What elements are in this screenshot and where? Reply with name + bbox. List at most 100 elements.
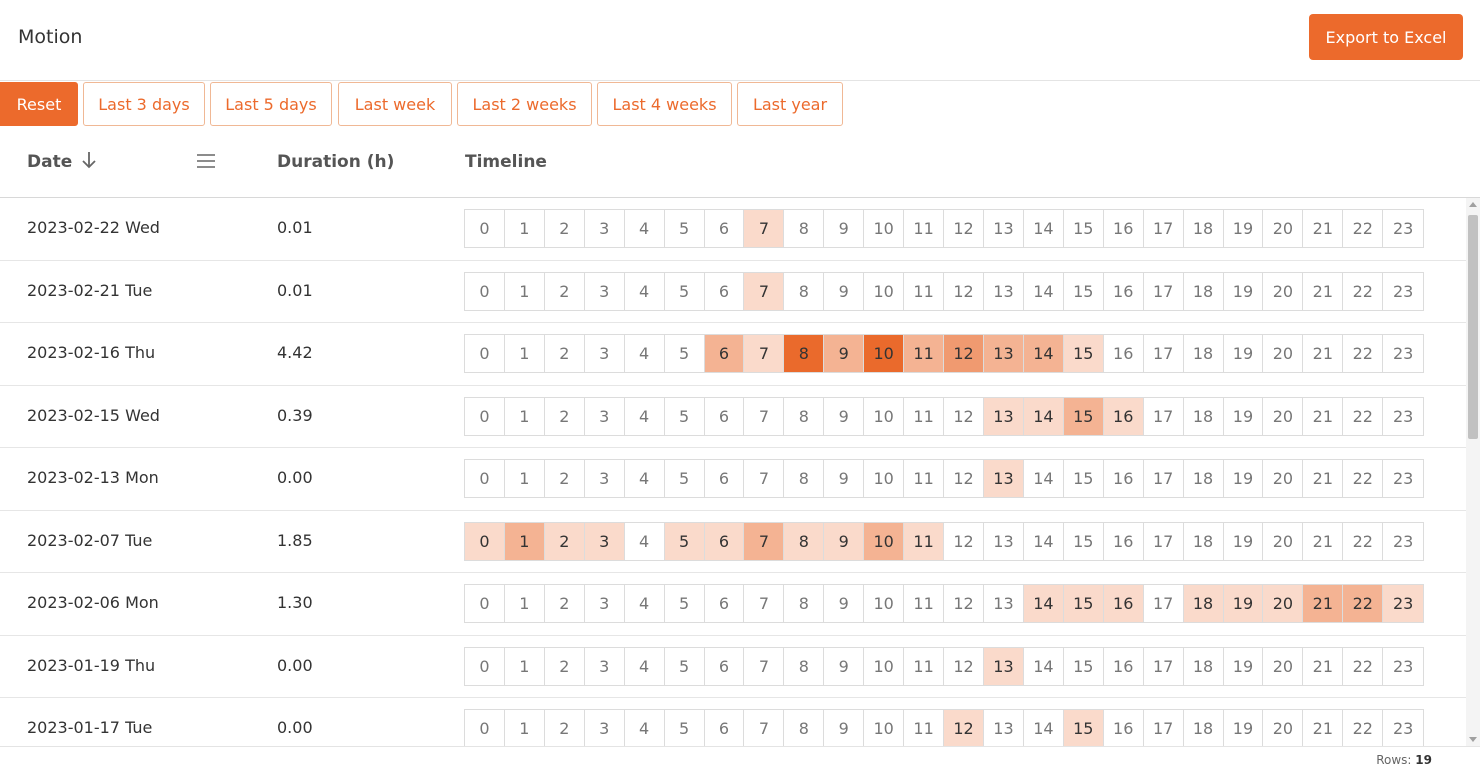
hour-cell: 16	[1104, 522, 1144, 560]
hour-cell: 14	[1024, 210, 1064, 247]
hour-cell: 7	[744, 397, 785, 435]
hour-cell: 1	[505, 585, 545, 622]
duration-cell: 0.00	[277, 655, 313, 675]
export-to-excel-button[interactable]: Export to Excel	[1309, 14, 1463, 60]
hour-cell: 3	[585, 585, 625, 622]
hour-cell: 3	[585, 710, 625, 746]
hour-cell: 19	[1224, 272, 1264, 310]
hour-cell: 15	[1064, 522, 1104, 560]
hour-cell: 19	[1224, 335, 1264, 372]
hour-cell: 12	[944, 460, 984, 497]
last-3-days-button[interactable]: Last 3 days	[83, 82, 205, 126]
reset-filter-button[interactable]: Reset	[0, 82, 78, 126]
hour-cell: 23	[1392, 281, 1414, 301]
column-header-date[interactable]: Date	[27, 152, 72, 172]
table-row[interactable]: 2023-02-13 Mon 0.00 0 1 2 3 4 5 6 7 8 9 10 11 12 13 14 15…	[0, 448, 1466, 511]
hour-cell: 16	[1104, 647, 1144, 685]
hour-cell: 15	[1063, 335, 1104, 372]
last-4-weeks-button[interactable]: Last 4 weeks	[597, 82, 732, 126]
hour-cell: 9	[824, 272, 865, 310]
table-row[interactable]: 2023-02-07 Tue 1.85 0 1 2 3 4 5 6 7 8 9 10 11 12 13 14 15…	[0, 511, 1466, 573]
hour-cell: 17	[1144, 210, 1184, 247]
hour-cell: 13	[984, 522, 1024, 560]
last-5-days-button[interactable]: Last 5 days	[210, 82, 332, 126]
hour-cell: 22	[1343, 335, 1384, 372]
hour-cell: 14	[1024, 460, 1064, 497]
scrollbar-thumb[interactable]	[1468, 215, 1478, 439]
hour-cell: 17	[1144, 460, 1184, 497]
hour-cell: 22	[1343, 460, 1384, 497]
table-row[interactable]: 2023-02-16 Thu 4.42 0 1 2 3 4 5 6 7 8 9 10 11 12 13 14 15…	[0, 323, 1466, 386]
hour-cell: 2	[545, 585, 585, 622]
hour-cell: 2	[545, 647, 585, 685]
hour-timeline: 0 1 2 3 4 5 6 7 8 9 10 11 12 13 14 15 16 17 18 19 20 21 22 23	[464, 459, 1424, 498]
table-row[interactable]: 2023-01-19 Thu 0.00 0 1 2 3 4 5 6 7 8 9 10 11 12 13 14 15…	[0, 636, 1466, 698]
hour-cell: 7	[744, 272, 785, 310]
hour-cell: 19	[1224, 397, 1264, 435]
hour-cell: 14	[1024, 647, 1064, 685]
rows-value: 19	[1415, 753, 1432, 767]
table-row[interactable]: 2023-02-06 Mon 1.30 0 1 2 3 4 5 6 7 8 9 10 11 12 13 14 15…	[0, 573, 1466, 636]
hour-cell: 20	[1263, 210, 1304, 247]
hour-cell: 4	[625, 272, 665, 310]
column-header-timeline: Timeline	[465, 152, 547, 172]
duration-cell: 0.39	[277, 405, 313, 425]
table-row[interactable]: 2023-02-15 Wed 0.39 0 1 2 3 4 5 6 7 8 9 10 11 12 13 14 15…	[0, 386, 1466, 448]
hour-cell: 18	[1184, 647, 1224, 685]
scroll-down-arrow-icon[interactable]	[1469, 737, 1477, 742]
column-header-duration[interactable]: Duration (h)	[277, 152, 394, 172]
hour-timeline: 0 1 2 3 4 5 6 7 8 9 10 11 12 13 14 15 16 17 18 19 20 21 22 23	[464, 646, 1424, 686]
table-row[interactable]: 2023-01-17 Tue 0.00 0 1 2 3 4 5 6 7 8 9 10 11 12 13 14 15…	[0, 698, 1466, 746]
hour-cell: 18	[1184, 460, 1224, 497]
hour-cell: 1	[505, 647, 545, 685]
hour-cell: 16	[1104, 335, 1144, 372]
hour-cell: 22	[1343, 710, 1384, 746]
hour-cell: 18	[1184, 522, 1224, 560]
hour-cell: 18	[1184, 210, 1224, 247]
hour-cell: 16	[1104, 272, 1144, 310]
hour-cell: 10	[864, 210, 905, 247]
hour-cell: 15	[1064, 272, 1104, 310]
table-row[interactable]: 2023-02-22 Wed 0.01 0 1 2 3 4 5 6 7 8 9 10 11 12 13 14 15…	[0, 198, 1466, 261]
hamburger-menu-icon[interactable]	[196, 153, 216, 169]
last-2-weeks-button[interactable]: Last 2 weeks	[457, 82, 592, 126]
hour-cell: 21	[1303, 522, 1344, 560]
hour-cell: 4	[625, 460, 665, 497]
scroll-up-arrow-icon[interactable]	[1469, 202, 1477, 207]
last-year-button[interactable]: Last year	[737, 82, 843, 126]
hour-cell: 21	[1303, 460, 1344, 497]
hour-cell: 17	[1144, 272, 1184, 310]
hour-cell: 23	[1392, 469, 1414, 488]
hour-cell: 2	[545, 460, 585, 497]
hour-cell: 14	[1023, 397, 1064, 435]
hour-cell: 9	[824, 335, 865, 372]
duration-cell: 0.00	[277, 468, 313, 487]
hour-cell: 10	[864, 335, 905, 372]
vertical-scrollbar[interactable]	[1466, 198, 1480, 746]
hour-cell: 13	[983, 647, 1024, 685]
arrow-down-icon[interactable]	[80, 149, 98, 171]
hour-cell: 5	[665, 585, 705, 622]
hour-cell: 10	[864, 585, 905, 622]
date-cell: 2023-02-06 Mon	[27, 593, 159, 612]
top-bar: Motion Export to Excel	[0, 0, 1480, 81]
table-row[interactable]: 2023-02-21 Tue 0.01 0 1 2 3 4 5 6 7 8 9 10 11 12 13 14 15…	[0, 261, 1466, 323]
hour-timeline: 0 1 2 3 4 5 6 7 8 9 10 11 12 13 14 15 16 17 18 19 20 21 22 23	[464, 334, 1424, 373]
hour-cell: 2	[545, 335, 585, 372]
row-count: Rows: 19	[1376, 753, 1432, 767]
hour-cell: 8	[784, 522, 825, 560]
hour-cell: 3	[585, 397, 625, 435]
hour-cell: 23	[1392, 344, 1414, 363]
hour-cell: 16	[1103, 397, 1144, 435]
last-week-button[interactable]: Last week	[338, 82, 452, 126]
hour-cell: 0	[465, 460, 505, 497]
hour-cell: 21	[1303, 272, 1344, 310]
hour-cell: 23	[1392, 219, 1414, 238]
hour-cell: 9	[824, 210, 865, 247]
hour-cell: 16	[1104, 210, 1144, 247]
hour-cell: 18	[1184, 335, 1224, 372]
hour-cell: 0	[465, 710, 505, 746]
hour-cell: 7	[744, 647, 785, 685]
hour-cell: 11	[904, 210, 945, 247]
hour-cell: 10	[864, 710, 905, 746]
